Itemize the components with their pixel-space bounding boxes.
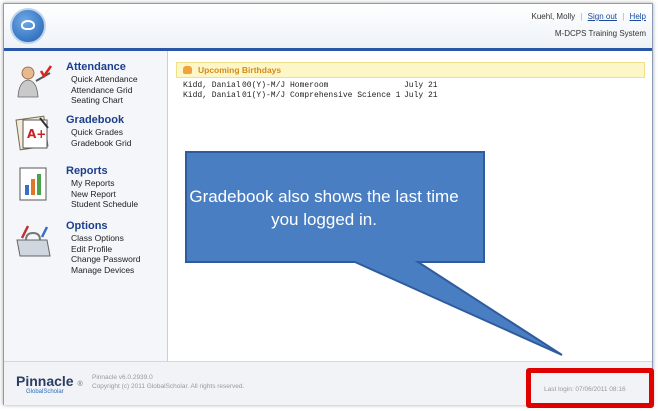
birthday-date: July 21 bbox=[404, 81, 438, 90]
copyright-text: Copyright (c) 2011 GlobalScholar. All ri… bbox=[92, 383, 245, 390]
sidebar-item-manage-devices[interactable]: Manage Devices bbox=[71, 265, 140, 276]
version-text: Pinnacle v6.0.2939.0 bbox=[92, 374, 153, 381]
reports-icon bbox=[19, 167, 47, 201]
sidebar-item-new-report[interactable]: New Report bbox=[71, 189, 138, 200]
header: Kuehl, Molly | Sign out | Help M-DCPS Tr… bbox=[4, 4, 652, 51]
sidebar-item-attendance-grid[interactable]: Attendance Grid bbox=[71, 85, 138, 96]
sign-out-link[interactable]: Sign out bbox=[588, 12, 617, 21]
brand-name: Pinnacle bbox=[16, 373, 74, 389]
sidebar-title-attendance[interactable]: Attendance bbox=[66, 61, 126, 73]
student-name: Kidd, Danial bbox=[183, 91, 241, 100]
callout-text: Gradebook also shows the last time you l… bbox=[189, 187, 459, 229]
class-name: 00(Y)-M/J Homeroom bbox=[242, 81, 329, 90]
sidebar-item-my-reports[interactable]: My Reports bbox=[71, 178, 138, 189]
user-links: Kuehl, Molly | Sign out | Help bbox=[531, 12, 646, 21]
student-name: Kidd, Danial bbox=[183, 81, 241, 90]
user-name: Kuehl, Molly bbox=[531, 12, 576, 21]
sidebar-title-reports[interactable]: Reports bbox=[66, 165, 108, 177]
globalscholar-brand: GlobalScholar bbox=[26, 389, 64, 395]
birthday-date: July 21 bbox=[404, 91, 438, 100]
system-name: M-DCPS Training System bbox=[554, 29, 646, 38]
sidebar-item-gradebook-grid[interactable]: Gradebook Grid bbox=[71, 138, 131, 149]
birthday-cake-icon bbox=[183, 66, 192, 74]
help-link[interactable]: Help bbox=[630, 12, 646, 21]
upcoming-birthdays-title: Upcoming Birthdays bbox=[198, 65, 282, 75]
sidebar-item-quick-attendance[interactable]: Quick Attendance bbox=[71, 74, 138, 85]
sidebar-item-seating-chart[interactable]: Seating Chart bbox=[71, 95, 138, 106]
sidebar: Attendance Quick Attendance Attendance G… bbox=[4, 51, 168, 361]
svg-text:A+: A+ bbox=[27, 127, 46, 141]
gradebook-icon: A+ bbox=[15, 115, 49, 151]
sidebar-item-edit-profile[interactable]: Edit Profile bbox=[71, 244, 140, 255]
sidebar-item-class-options[interactable]: Class Options bbox=[71, 233, 140, 244]
sidebar-item-quick-grades[interactable]: Quick Grades bbox=[71, 127, 131, 138]
sidebar-item-change-password[interactable]: Change Password bbox=[71, 254, 140, 265]
pinnacle-logo: Pinnacle ® bbox=[16, 373, 83, 389]
sidebar-title-options[interactable]: Options bbox=[66, 220, 108, 232]
sidebar-title-gradebook[interactable]: Gradebook bbox=[66, 114, 124, 126]
last-login-highlight bbox=[526, 368, 654, 408]
sidebar-item-student-schedule[interactable]: Student Schedule bbox=[71, 199, 138, 210]
upcoming-birthdays-header: Upcoming Birthdays bbox=[176, 62, 645, 78]
teacher-attendance-icon bbox=[17, 65, 52, 98]
district-logo-icon bbox=[10, 8, 46, 44]
toolbox-icon bbox=[16, 225, 51, 257]
class-name: 01(Y)-M/J Comprehensive Science 1 bbox=[242, 91, 401, 100]
